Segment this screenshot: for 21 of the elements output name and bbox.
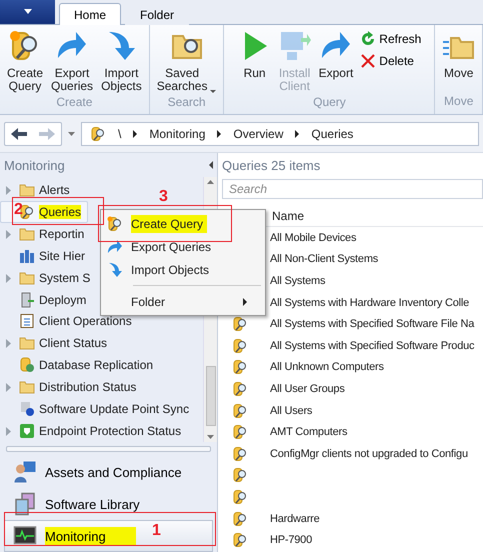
step-number: 3 [159, 189, 168, 205]
group-label: Create [55, 95, 94, 111]
table-cell: All Systems with Hardware Inventory Colle [270, 296, 470, 309]
table-cell: Hardwarre [270, 512, 320, 525]
table-cell: All Mobile Devices [270, 232, 356, 244]
table-cell: AMT Computers [270, 426, 348, 438]
group-label: Search [166, 95, 207, 111]
table-cell: HP-7900 [270, 534, 312, 546]
table-cell: All Systems with Specified Software File Na [270, 318, 474, 330]
group-label: Move [443, 94, 474, 110]
table-cell: All Users [270, 404, 312, 417]
step-number: 1 [152, 523, 161, 539]
group-label: Query [312, 95, 347, 111]
pane-title: Monitoring [4, 158, 65, 172]
table-cell: All Systems [270, 274, 326, 287]
table-cell: ConfigMgr clients not upgraded to Configu [270, 448, 468, 460]
table-cell: All Unknown Computers [270, 361, 384, 374]
table-cell: All Systems with Specified Software Produc [270, 340, 474, 352]
pane-title: Queries 25 items [222, 158, 320, 172]
table-cell: All Non-Client Systems [270, 253, 378, 266]
table-cell: All User Groups [270, 382, 345, 395]
